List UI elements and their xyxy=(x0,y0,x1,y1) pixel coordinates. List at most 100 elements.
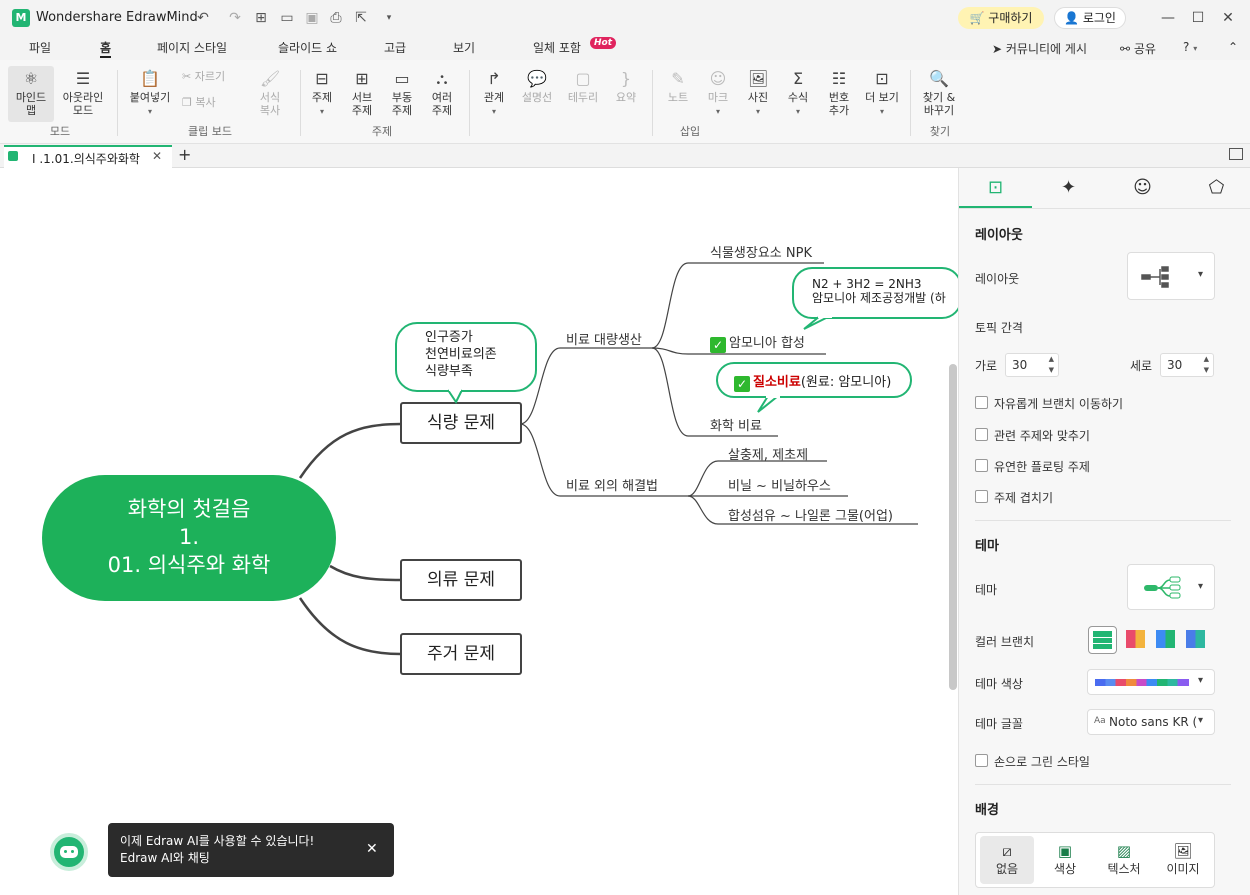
close-window-icon[interactable]: ✕ xyxy=(1218,8,1238,28)
customize-quick-access-icon[interactable]: ▾ xyxy=(380,9,398,27)
background-image-button[interactable]: 🖼 이미지 xyxy=(1156,836,1210,884)
background-none-button[interactable]: ⧄ 없음 xyxy=(980,836,1034,884)
tab-layout-panel[interactable]: ⊡ xyxy=(959,168,1032,208)
vertical-spacing-input[interactable]: 30 ▲ ▼ xyxy=(1160,353,1214,377)
ai-assistant-icon[interactable] xyxy=(50,833,88,871)
free-branch-checkbox[interactable] xyxy=(975,396,988,409)
tab-style-panel[interactable]: ⬠ xyxy=(1180,168,1250,208)
hand-drawn-checkbox[interactable] xyxy=(975,754,988,767)
redo-icon[interactable]: ↷ xyxy=(226,9,244,27)
formula-button[interactable]: Σ 수식 ▾ xyxy=(780,70,816,118)
tab-view[interactable]: 보기 xyxy=(453,38,475,58)
print-icon[interactable]: ⎙ xyxy=(327,9,345,27)
canvas-scrollbar[interactable] xyxy=(949,364,957,690)
add-tab-icon[interactable]: + xyxy=(178,145,191,164)
root-topic[interactable]: 화학의 첫걸음 1. 01. 의식주와 화학 xyxy=(42,475,336,601)
flexible-floating-checkbox[interactable] xyxy=(975,459,988,472)
maximize-icon[interactable]: ☐ xyxy=(1188,8,1208,28)
login-button[interactable]: 👤 로그인 xyxy=(1054,7,1126,29)
relation-button[interactable]: ↱ 관계 ▾ xyxy=(476,70,512,118)
flexible-floating-label: 유연한 플로팅 주제 xyxy=(994,460,1090,474)
stepper-icon[interactable]: ▲ ▼ xyxy=(1049,354,1054,376)
subtopic-pesticide[interactable]: 살충제, 제초제 xyxy=(728,444,808,463)
mindmap-canvas[interactable]: 화학의 첫걸음 1. 01. 의식주와 화학 식량 문제 의류 문제 주거 문제… xyxy=(0,168,962,895)
save-icon[interactable]: ▣ xyxy=(303,9,321,27)
theme-select[interactable]: ▾ xyxy=(1127,564,1215,610)
chevron-down-icon: ▾ xyxy=(1198,581,1204,592)
help-button[interactable]: ? ▾ xyxy=(1183,40,1197,54)
format-painter-button[interactable]: 🖌 서식 복사 xyxy=(250,70,290,118)
topic-clothing[interactable]: 의류 문제 xyxy=(400,559,522,601)
panel-toggle-icon[interactable] xyxy=(1229,148,1243,160)
subtopic-npk[interactable]: 식물생장요소 NPK xyxy=(710,242,812,261)
topic-food[interactable]: 식량 문제 xyxy=(400,402,522,444)
subtopic-chemical-fertilizer[interactable]: 화학 비료 xyxy=(710,415,762,434)
photo-button[interactable]: 🖼 사진 ▾ xyxy=(740,70,776,118)
branch-fertilizer-mass[interactable]: 비료 대량생산 xyxy=(566,329,642,348)
subtopic-button[interactable]: ⊞ 서브 주제 xyxy=(344,70,380,118)
theme-color-select[interactable]: ▾ xyxy=(1087,669,1215,695)
new-file-icon[interactable]: ⊞ xyxy=(252,9,270,27)
cut-button[interactable]: ✂ 자르기 xyxy=(182,70,242,83)
tab-all-in-one[interactable]: 일체 포함 xyxy=(533,38,581,58)
open-folder-icon[interactable]: ▭ xyxy=(278,9,296,27)
relation-icon: ↱ xyxy=(487,69,501,88)
align-topics-checkbox[interactable] xyxy=(975,428,988,441)
color-branch-option-1[interactable] xyxy=(1088,626,1117,654)
document-tab[interactable]: I .1.01.의식주와화학 ✕ xyxy=(4,145,172,168)
tab-home[interactable]: 홈 xyxy=(100,38,112,58)
floating-topic-button[interactable]: ▭ 부동 주제 xyxy=(384,70,420,118)
callout-food[interactable]: 인구증가 천연비료의존 식량부족 xyxy=(395,322,537,392)
branch-other-solutions[interactable]: 비료 외의 해결법 xyxy=(566,475,658,494)
overlap-topics-checkbox[interactable] xyxy=(975,490,988,503)
undo-icon[interactable]: ↶ xyxy=(194,9,212,27)
topic-housing[interactable]: 주거 문제 xyxy=(400,633,522,675)
tab-file[interactable]: 파일 xyxy=(29,38,51,58)
tab-mark-panel[interactable]: ☺ xyxy=(1106,168,1179,208)
checkmark-icon: ✓ xyxy=(734,376,750,392)
close-tab-icon[interactable]: ✕ xyxy=(152,149,162,163)
layout-select[interactable]: ▾ xyxy=(1127,252,1215,300)
tab-advanced[interactable]: 고급 xyxy=(384,38,406,58)
buy-button[interactable]: 🛒 구매하기 xyxy=(958,7,1044,29)
close-toast-icon[interactable]: ✕ xyxy=(366,841,378,857)
layout-panel-icon: ⊡ xyxy=(987,177,1004,198)
boundary-button[interactable]: ▢ 테두리 xyxy=(562,70,604,105)
multi-topic-button[interactable]: ⛬ 여러 주제 xyxy=(424,70,460,118)
minimize-icon[interactable]: — xyxy=(1158,8,1178,28)
note-button[interactable]: ✎ 노트 xyxy=(660,70,696,105)
export-icon[interactable]: ⇱ xyxy=(352,9,370,27)
subtopic-synthetic-fiber[interactable]: 합성섬유 ~ 나일론 그물(어업) xyxy=(728,505,893,524)
callout-nitrate[interactable]: ✓ 질소비료(원료: 암모니아) xyxy=(716,362,912,398)
outline-mode-button[interactable]: ☰ 아웃라인 모드 xyxy=(56,66,110,122)
more-button[interactable]: ⊡ 더 보기 ▾ xyxy=(860,70,904,118)
tab-ai-panel[interactable]: ✦ xyxy=(1032,168,1105,208)
horizontal-spacing-input[interactable]: 30 ▲ ▼ xyxy=(1005,353,1059,377)
subtopic-vinyl[interactable]: 비닐 ~ 비닐하우스 xyxy=(728,475,831,494)
community-button[interactable]: ➤ 커뮤니티에 게시 xyxy=(992,40,1087,57)
summary-button[interactable]: } 요약 xyxy=(608,70,644,105)
callout-button[interactable]: 💬 설명선 xyxy=(516,70,558,105)
callout-equation[interactable]: N2 + 3H2 = 2NH3 암모니아 제조공정개발 (하 xyxy=(792,267,962,319)
tab-page-style[interactable]: 페이지 스타일 xyxy=(157,38,227,58)
mark-button[interactable]: ☺ 마크 ▾ xyxy=(700,70,736,118)
layout-section-title: 레이아웃 xyxy=(975,228,1023,243)
collapse-ribbon-icon[interactable]: ⌃ xyxy=(1228,40,1238,54)
find-replace-button[interactable]: 🔍 찾기 & 바꾸기 xyxy=(916,70,962,118)
callout-equation-line-1: N2 + 3H2 = 2NH3 xyxy=(812,277,922,291)
tab-slideshow[interactable]: 슬라이드 쇼 xyxy=(278,38,337,58)
stepper-icon[interactable]: ▲ ▼ xyxy=(1204,354,1209,376)
theme-font-select[interactable]: Aa Noto sans KR ( ▾ xyxy=(1087,709,1215,735)
color-branch-option-4[interactable] xyxy=(1182,626,1211,654)
topic-button[interactable]: ⊟ 주제 ▾ xyxy=(304,70,340,118)
share-button[interactable]: ⚯ 공유 xyxy=(1120,40,1156,57)
color-branch-option-2[interactable] xyxy=(1122,626,1151,654)
background-color-button[interactable]: ▣ 색상 xyxy=(1038,836,1092,884)
mindmap-mode-button[interactable]: ⚛ 마인드 맵 xyxy=(8,66,54,122)
background-texture-button[interactable]: ▨ 텍스처 xyxy=(1096,836,1152,884)
copy-button[interactable]: ❐ 복사 xyxy=(182,96,242,109)
numbering-button[interactable]: ☷ 번호 추가 xyxy=(820,70,858,118)
paste-button[interactable]: 📋 붙여넣기 ▾ xyxy=(124,70,176,126)
color-branch-option-3[interactable] xyxy=(1152,626,1181,654)
subtopic-ammonia[interactable]: ✓ 암모니아 합성 xyxy=(710,332,805,353)
